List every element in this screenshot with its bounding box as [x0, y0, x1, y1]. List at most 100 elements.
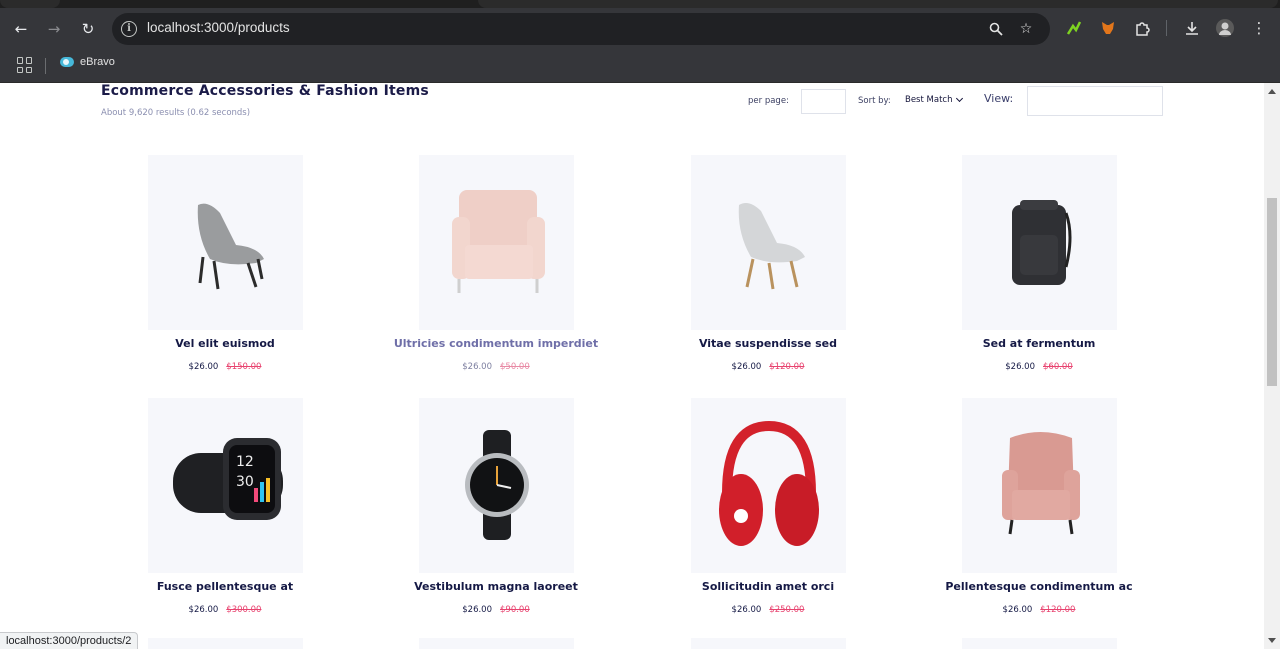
per-page-label: per page: — [748, 96, 789, 106]
product-old-price: $300.00 — [226, 605, 262, 615]
page-title: Ecommerce Accessories & Fashion Items — [101, 83, 429, 99]
extensions-puzzle-icon[interactable] — [1131, 17, 1153, 39]
site-info-icon[interactable]: i — [121, 21, 137, 37]
headphones-red-image — [719, 420, 819, 546]
download-icon[interactable] — [1181, 17, 1203, 39]
lounge-chair-grey-image — [197, 203, 264, 290]
bookmark-label: eBravo — [80, 56, 115, 68]
product-prices: $26.00 $120.00 — [648, 362, 888, 372]
product-price: $26.00 — [462, 362, 492, 372]
round-watch-image — [465, 430, 529, 540]
view-label: View: — [984, 92, 1014, 105]
product-price: $26.00 — [188, 605, 219, 615]
product-old-price: $120.00 — [769, 362, 805, 372]
bookmarks-bar: eBravo — [0, 50, 1280, 83]
lounge-chair-light-image — [738, 203, 805, 290]
product-card[interactable]: 12 30 Fusce pellentesque at $26.00 $300.0… — [105, 398, 345, 628]
metamask-fox-icon[interactable] — [1097, 17, 1119, 39]
product-name[interactable]: Fusce pellentesque at — [105, 580, 345, 593]
product-image[interactable] — [691, 638, 846, 649]
product-old-price: $60.00 — [1043, 362, 1073, 372]
product-old-price: $250.00 — [769, 605, 805, 615]
page-viewport: Ecommerce Accessories & Fashion Items Ab… — [0, 83, 1264, 649]
product-prices: $26.00 $60.00 — [919, 362, 1159, 372]
product-card[interactable]: Ultricies condimentum imperdiet $26.00 $5… — [376, 155, 616, 385]
scroll-down-icon[interactable] — [1268, 638, 1276, 643]
view-input[interactable] — [1027, 86, 1163, 116]
vertical-scrollbar[interactable] — [1264, 83, 1280, 649]
url-text[interactable]: localhost:3000/products — [147, 20, 290, 35]
sort-value: Best Match — [905, 95, 953, 105]
product-name[interactable]: Sed at fermentum — [919, 337, 1159, 350]
product-image[interactable] — [419, 638, 574, 649]
browser-toolbar: ← → ↻ i localhost:3000/products ☆ ⋮ — [0, 8, 1280, 50]
product-price: $26.00 — [731, 605, 762, 615]
product-card[interactable]: Vel elit euismod $26.00 $150.00 — [105, 155, 345, 385]
chevron-down-icon — [956, 94, 964, 103]
product-image[interactable] — [962, 155, 1117, 330]
product-name[interactable]: Vestibulum magna laoreet — [376, 580, 616, 593]
product-old-price: $120.00 — [1040, 605, 1076, 615]
product-image[interactable]: 12 30 — [148, 398, 303, 573]
product-card[interactable]: Sed at fermentum $26.00 $60.00 — [919, 155, 1159, 385]
product-name[interactable]: Ultricies condimentum imperdiet — [376, 337, 616, 350]
product-price: $26.00 — [1005, 362, 1035, 372]
product-old-price: $50.00 — [500, 362, 530, 372]
zoom-icon[interactable] — [986, 19, 1006, 39]
product-name[interactable]: Vel elit euismod — [105, 337, 345, 350]
wingback-chair-pink-image — [1002, 432, 1080, 535]
product-card[interactable]: Vitae suspendisse sed $26.00 $120.00 — [648, 155, 888, 385]
product-image[interactable] — [419, 155, 574, 330]
product-prices: $26.00 $150.00 — [105, 362, 345, 372]
product-image[interactable] — [148, 155, 303, 330]
armchair-pink-image — [452, 190, 545, 293]
menu-dots-icon[interactable]: ⋮ — [1248, 17, 1270, 39]
toolbar-divider — [1166, 20, 1167, 36]
product-name[interactable]: Sollicitudin amet orci — [648, 580, 888, 593]
address-bar[interactable]: i localhost:3000/products ☆ — [112, 13, 1050, 45]
smartwatch-image: 12 30 — [173, 438, 283, 520]
product-card[interactable]: Sollicitudin amet orci $26.00 $250.00 — [648, 398, 888, 628]
product-card[interactable]: Vestibulum magna laoreet $26.00 $90.00 — [376, 398, 616, 628]
profile-avatar-icon[interactable] — [1214, 17, 1236, 39]
apps-grid-icon[interactable] — [17, 57, 33, 73]
back-icon[interactable]: ← — [8, 16, 34, 42]
product-name[interactable]: Vitae suspendisse sed — [648, 337, 888, 350]
reload-icon[interactable]: ↻ — [75, 16, 101, 42]
sort-by-label: Sort by: — [858, 96, 891, 106]
product-name[interactable]: Pellentesque condimentum ac — [919, 580, 1159, 593]
product-price: $26.00 — [188, 362, 219, 372]
backpack-black-image — [1012, 200, 1072, 285]
ebravo-favicon-icon — [60, 57, 74, 67]
scroll-up-icon[interactable] — [1268, 89, 1276, 94]
product-image[interactable] — [419, 398, 574, 573]
product-image[interactable] — [148, 638, 303, 649]
product-old-price: $90.00 — [500, 605, 530, 615]
product-prices: $26.00 $90.00 — [376, 605, 616, 615]
product-price: $26.00 — [731, 362, 762, 372]
results-count: About 9,620 results (0.62 seconds) — [101, 108, 251, 118]
product-price: $26.00 — [1002, 605, 1033, 615]
product-card[interactable]: Pellentesque condimentum ac $26.00 $120.0… — [919, 398, 1159, 628]
svg-text:12: 12 — [236, 454, 254, 470]
forward-icon[interactable]: → — [41, 16, 67, 42]
sort-select[interactable]: Best Match — [905, 94, 964, 105]
scrollbar-thumb[interactable] — [1267, 198, 1277, 386]
browser-tab[interactable] — [0, 0, 60, 8]
product-prices: $26.00 $250.00 — [648, 605, 888, 615]
link-status-bubble: localhost:3000/products/2 — [0, 632, 139, 649]
product-image[interactable] — [691, 398, 846, 573]
bookmark-star-icon[interactable]: ☆ — [1016, 19, 1036, 39]
product-image[interactable] — [962, 638, 1117, 649]
bookmark-ebravo[interactable]: eBravo — [60, 56, 115, 68]
bookmarks-divider — [45, 58, 46, 74]
browser-tab[interactable] — [478, 0, 1278, 8]
per-page-input[interactable] — [801, 89, 846, 114]
product-price: $26.00 — [462, 605, 492, 615]
extension-chart-icon[interactable] — [1063, 17, 1085, 39]
product-old-price: $150.00 — [226, 362, 262, 372]
product-prices: $26.00 $120.00 — [919, 605, 1159, 615]
product-image[interactable] — [691, 155, 846, 330]
product-image[interactable] — [962, 398, 1117, 573]
svg-text:30: 30 — [236, 474, 254, 490]
